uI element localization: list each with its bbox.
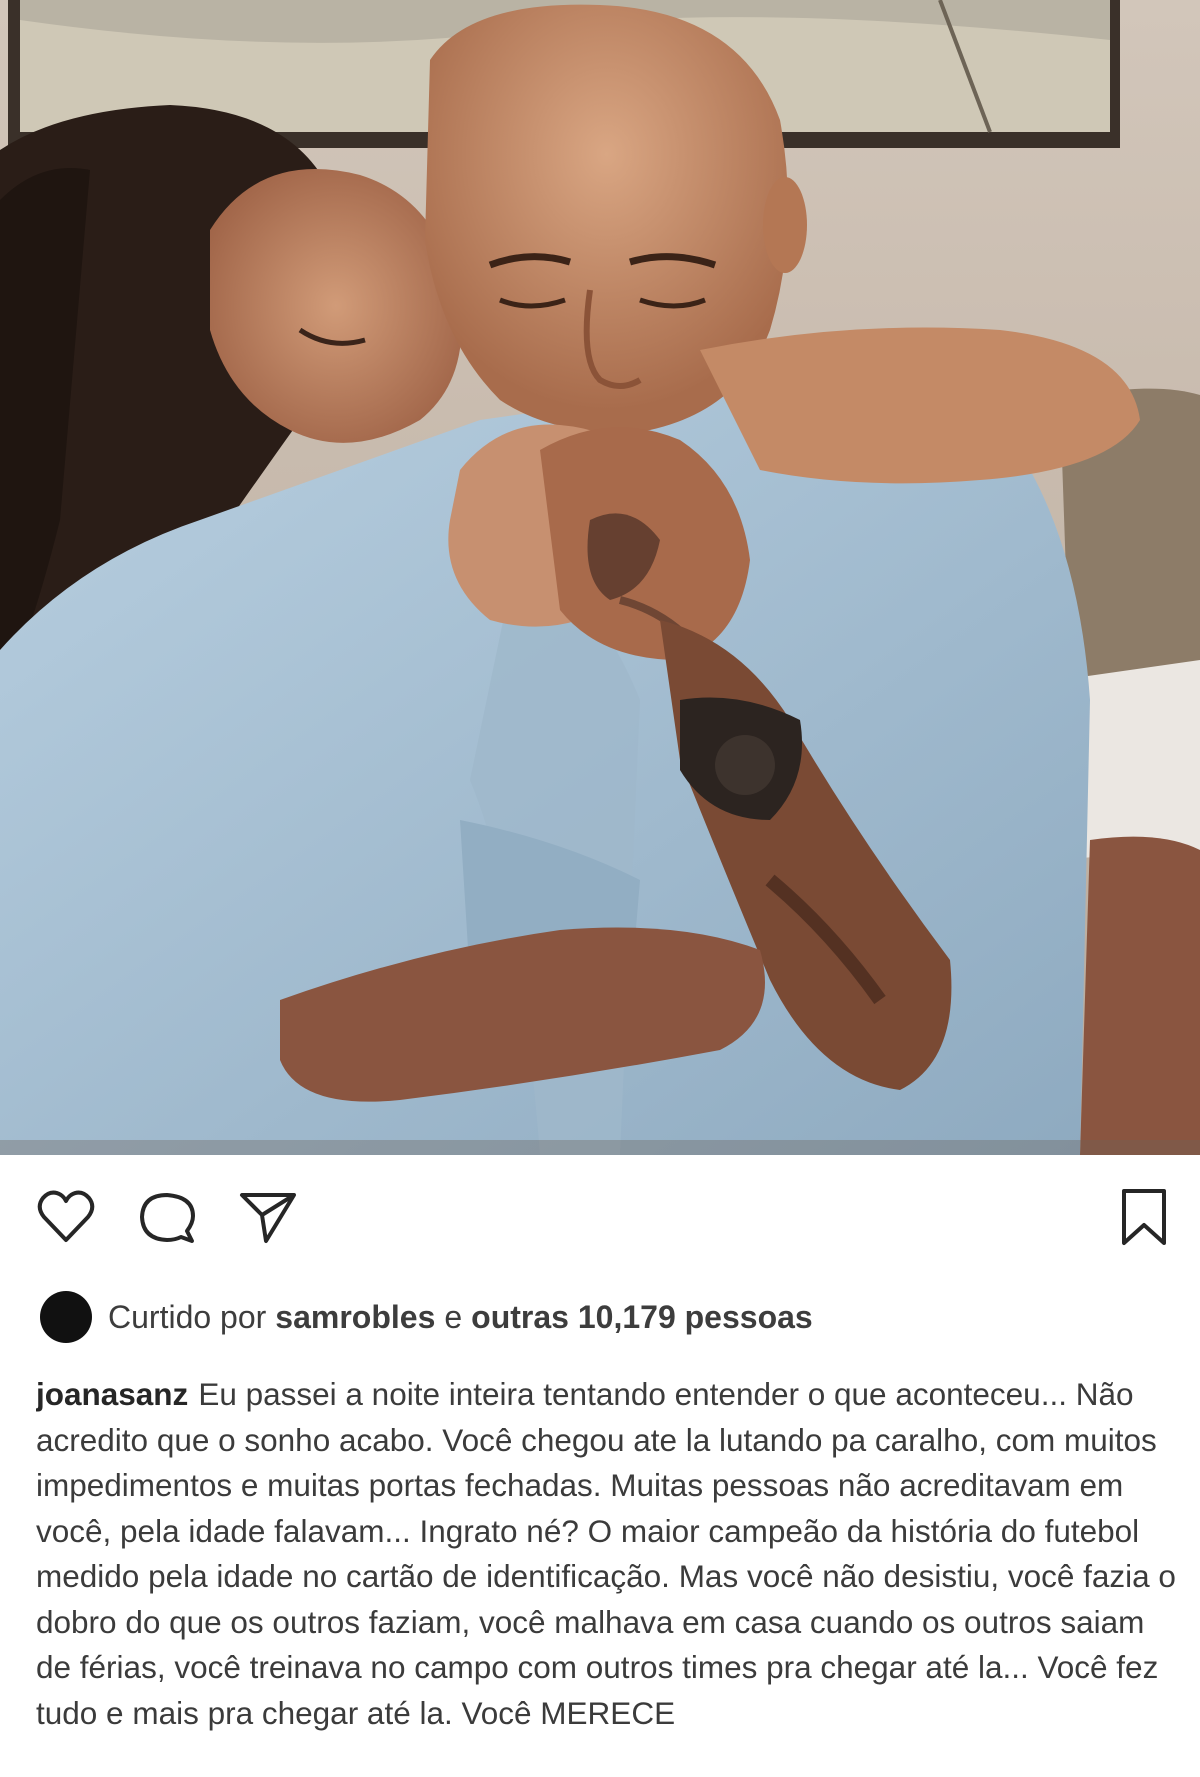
share-button[interactable] (236, 1185, 300, 1249)
liker-username[interactable]: samrobles (275, 1299, 435, 1336)
paper-plane-icon (240, 1193, 296, 1243)
photo-illustration (0, 0, 1200, 1155)
likes-prefix: Curtido por (108, 1298, 267, 1335)
comment-button[interactable] (135, 1185, 199, 1249)
caption-username[interactable]: joanasanz (36, 1376, 188, 1412)
instagram-post: Curtido por samrobles e outras 10,179 pe… (0, 0, 1200, 1777)
post-photo[interactable] (0, 0, 1200, 1155)
likes-summary: Curtido por samrobles e outras 10,179 pe… (40, 1290, 813, 1344)
save-button[interactable] (1112, 1185, 1168, 1249)
comment-bubble-icon (140, 1193, 195, 1243)
post-caption: joanasanz Eu passei a noite inteira tenta… (36, 1372, 1176, 1777)
likes-connector: e (444, 1298, 463, 1335)
action-bar (0, 1155, 1200, 1275)
bookmark-icon (1122, 1189, 1166, 1245)
like-button[interactable] (34, 1185, 98, 1249)
caption-text: Eu passei a noite inteira tentando enten… (36, 1376, 1176, 1731)
heart-icon (37, 1190, 95, 1242)
liker-avatar[interactable] (40, 1291, 92, 1343)
likes-count[interactable]: outras 10,179 pessoas (471, 1299, 813, 1336)
